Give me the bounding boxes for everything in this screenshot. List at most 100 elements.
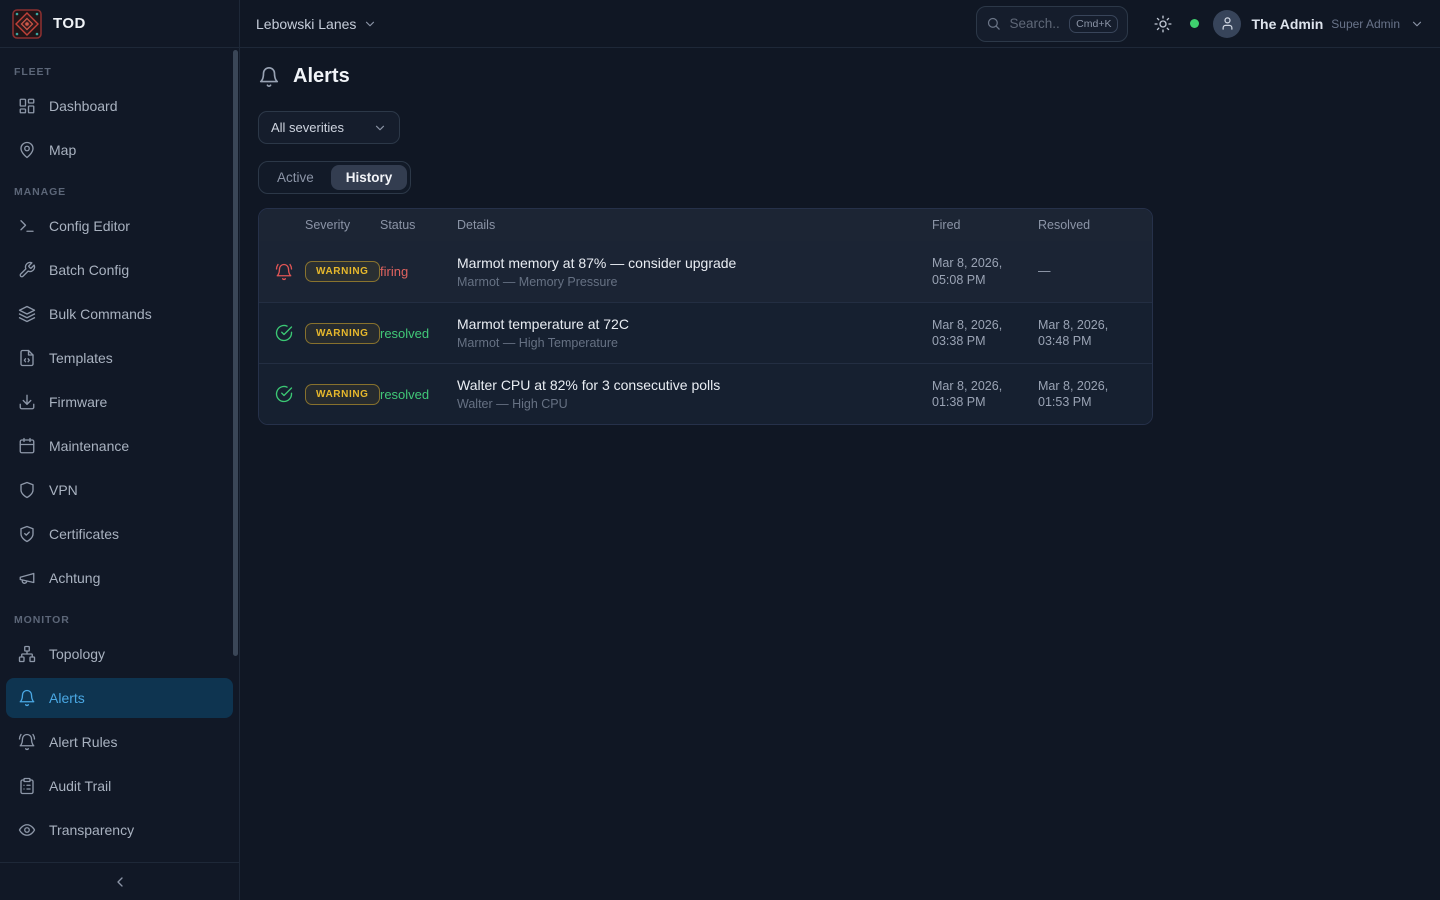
org-selector[interactable]: Lebowski Lanes: [256, 16, 377, 32]
resolved-timestamp: Mar 8, 2026, 01:53 PM: [1038, 378, 1136, 411]
fired-timestamp: Mar 8, 2026, 01:38 PM: [932, 378, 1038, 411]
map-pin-icon: [18, 141, 36, 159]
sidebar-item-alert-rules[interactable]: Alert Rules: [6, 722, 233, 762]
bell-icon: [18, 689, 36, 707]
sidebar-item-map[interactable]: Map: [6, 130, 233, 170]
table-header-row: Severity Status Details Fired Resolved: [259, 209, 1152, 241]
theme-toggle-sun-icon[interactable]: [1154, 15, 1172, 33]
section-label-manage: MANAGE: [14, 186, 225, 198]
alert-title: Marmot memory at 87% — consider upgrade: [457, 255, 932, 271]
alert-subtitle: Marmot — High Temperature: [457, 336, 932, 350]
brand-name: TOD: [53, 15, 86, 32]
user-menu-chevron-down-icon[interactable]: [1410, 17, 1424, 31]
table-row[interactable]: WARNING firing Marmot memory at 87% — co…: [259, 241, 1152, 302]
table-row[interactable]: WARNING resolved Walter CPU at 82% for 3…: [259, 363, 1152, 424]
sidebar-item-label: Achtung: [49, 570, 100, 586]
clipboard-list-icon: [18, 777, 36, 795]
sidebar-item-dashboard[interactable]: Dashboard: [6, 86, 233, 126]
alert-title: Walter CPU at 82% for 3 consecutive poll…: [457, 377, 932, 393]
fired-timestamp: Mar 8, 2026, 03:38 PM: [932, 317, 1038, 350]
sidebar-item-alerts[interactable]: Alerts: [6, 678, 233, 718]
resolved-timestamp: —: [1038, 263, 1136, 280]
user-name: The Admin: [1251, 16, 1323, 32]
bell-ring-icon: [275, 263, 305, 281]
alert-title: Marmot temperature at 72C: [457, 316, 932, 332]
app-window: TOD FLEET Dashboard Map MANAGE Co: [0, 0, 1440, 900]
eye-icon: [18, 821, 36, 839]
column-header-status: Status: [380, 218, 457, 232]
sidebar-item-label: Map: [49, 142, 76, 158]
chevron-down-icon: [373, 121, 387, 135]
sidebar-item-topology[interactable]: Topology: [6, 634, 233, 674]
sidebar-item-label: Alert Rules: [49, 734, 117, 750]
sidebar-item-maintenance[interactable]: Maintenance: [6, 426, 233, 466]
megaphone-icon: [18, 569, 36, 587]
bell-ring-icon: [18, 733, 36, 751]
sidebar-item-achtung[interactable]: Achtung: [6, 558, 233, 598]
bell-icon: [258, 66, 280, 88]
chevron-down-icon: [363, 17, 377, 31]
alerts-page: Alerts All severities Active History Sev…: [240, 48, 1440, 442]
column-header-resolved: Resolved: [1038, 218, 1136, 232]
calendar-icon: [18, 437, 36, 455]
alerts-tabs: Active History: [258, 161, 411, 194]
sidebar-item-firmware[interactable]: Firmware: [6, 382, 233, 422]
search-input[interactable]: [1009, 16, 1061, 31]
sidebar-item-label: Dashboard: [49, 98, 118, 114]
brand-logo-row[interactable]: TOD: [0, 0, 239, 48]
sidebar-item-label: Templates: [49, 350, 113, 366]
alert-subtitle: Marmot — Memory Pressure: [457, 275, 932, 289]
layers-icon: [18, 305, 36, 323]
topbar: Lebowski Lanes Cmd+K The Admin Super Adm…: [240, 0, 1440, 48]
tab-active[interactable]: Active: [262, 165, 329, 190]
status-text: resolved: [380, 326, 457, 341]
rug-logo-icon: [12, 9, 42, 39]
wrench-icon: [18, 261, 36, 279]
avatar[interactable]: [1213, 10, 1241, 38]
check-circle-icon: [275, 385, 305, 403]
search-box[interactable]: Cmd+K: [976, 6, 1128, 42]
sidebar-item-label: VPN: [49, 482, 78, 498]
severity-badge: WARNING: [305, 261, 380, 282]
sidebar-item-transparency[interactable]: Transparency: [6, 810, 233, 850]
shield-icon: [18, 481, 36, 499]
severity-badge: WARNING: [305, 384, 380, 405]
alert-subtitle: Walter — High CPU: [457, 397, 932, 411]
sidebar: TOD FLEET Dashboard Map MANAGE Co: [0, 0, 240, 900]
sidebar-item-label: Config Editor: [49, 218, 130, 234]
chevron-left-icon: [112, 874, 128, 890]
sidebar-item-bulk-commands[interactable]: Bulk Commands: [6, 294, 233, 334]
download-icon: [18, 393, 36, 411]
section-label-fleet: FLEET: [14, 66, 225, 78]
sidebar-item-label: Certificates: [49, 526, 119, 542]
sidebar-item-certificates[interactable]: Certificates: [6, 514, 233, 554]
search-icon: [986, 16, 1001, 31]
sidebar-item-label: Bulk Commands: [49, 306, 152, 322]
alerts-history-table: Severity Status Details Fired Resolved W…: [258, 208, 1153, 425]
section-label-monitor: MONITOR: [14, 614, 225, 626]
dashboard-icon: [18, 97, 36, 115]
shield-check-icon: [18, 525, 36, 543]
sidebar-collapse-button[interactable]: [0, 862, 239, 900]
network-icon: [18, 645, 36, 663]
page-title: Alerts: [293, 65, 350, 88]
sidebar-item-vpn[interactable]: VPN: [6, 470, 233, 510]
sidebar-item-label: Transparency: [49, 822, 134, 838]
sidebar-item-label: Maintenance: [49, 438, 129, 454]
status-text: resolved: [380, 387, 457, 402]
column-header-severity: Severity: [305, 218, 380, 232]
tab-history[interactable]: History: [331, 165, 408, 190]
table-row[interactable]: WARNING resolved Marmot temperature at 7…: [259, 302, 1152, 363]
sidebar-item-templates[interactable]: Templates: [6, 338, 233, 378]
column-header-details: Details: [457, 218, 932, 232]
resolved-timestamp: Mar 8, 2026, 03:48 PM: [1038, 317, 1136, 350]
sidebar-scrollbar-thumb[interactable]: [233, 50, 238, 656]
fired-timestamp: Mar 8, 2026, 05:08 PM: [932, 255, 1038, 288]
sidebar-item-batch-config[interactable]: Batch Config: [6, 250, 233, 290]
sidebar-item-audit-trail[interactable]: Audit Trail: [6, 766, 233, 806]
sidebar-item-config-editor[interactable]: Config Editor: [6, 206, 233, 246]
org-selector-label: Lebowski Lanes: [256, 16, 356, 32]
severity-filter-select[interactable]: All severities: [258, 111, 400, 144]
sidebar-item-label: Audit Trail: [49, 778, 111, 794]
sidebar-item-label: Alerts: [49, 690, 85, 706]
